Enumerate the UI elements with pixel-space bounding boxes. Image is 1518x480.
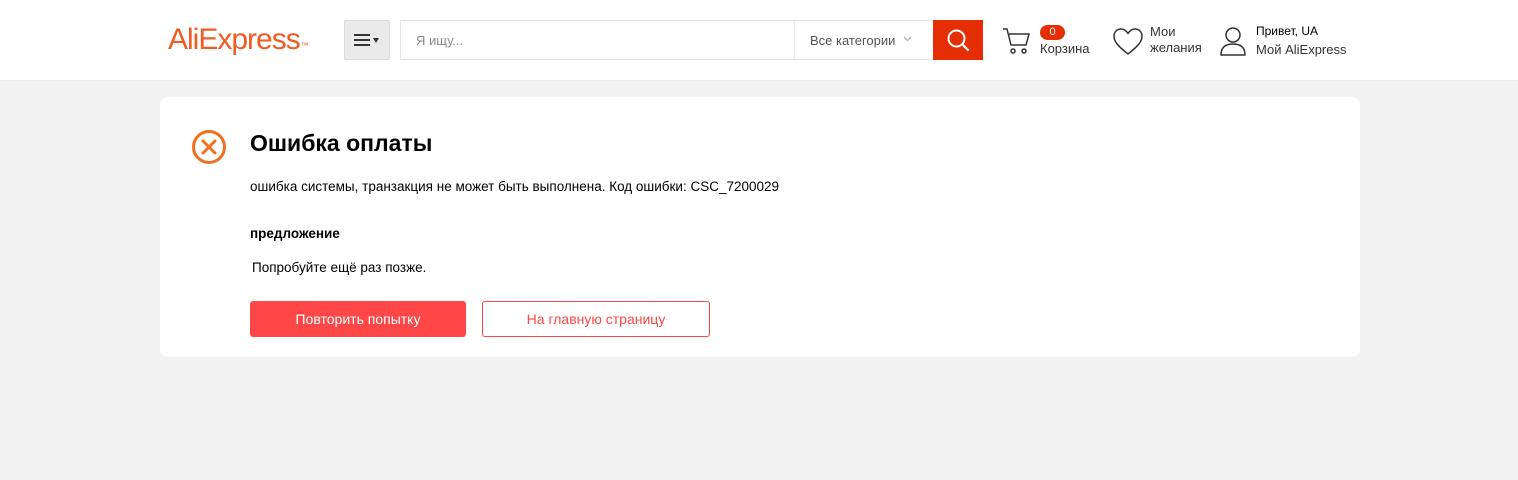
- payment-error-card: Ошибка оплаты ошибка системы, транзакция…: [160, 97, 1360, 357]
- page-title: Ошибка оплаты: [250, 130, 433, 156]
- cart-link[interactable]: 0 Корзина: [1002, 22, 1098, 62]
- heart-icon: [1113, 28, 1143, 55]
- search-bar: Все категории: [400, 20, 983, 60]
- error-x-icon: [192, 130, 226, 164]
- cart-label: Корзина: [1040, 41, 1090, 56]
- cart-icon: [1003, 28, 1030, 54]
- cart-count-badge: 0: [1040, 25, 1065, 40]
- account-label: Мой AliExpress: [1256, 42, 1347, 57]
- site-header: AliExpress™ Все категории: [0, 0, 1518, 81]
- chevron-down-icon: [903, 36, 912, 42]
- menu-icon: [354, 34, 379, 46]
- error-message: ошибка системы, транзакция не может быть…: [250, 179, 780, 194]
- wishlist-label: Мои желания: [1150, 24, 1202, 55]
- category-select-label: Все категории: [810, 32, 896, 48]
- retry-button[interactable]: Повторить попытку: [250, 301, 466, 337]
- suggestion-text: Попробуйте ещё раз позже.: [252, 260, 427, 275]
- account-greeting: Привет, UA: [1256, 24, 1319, 38]
- home-button[interactable]: На главную страницу: [482, 301, 710, 337]
- suggestion-heading: предложение: [250, 226, 340, 241]
- aliexpress-logo[interactable]: AliExpress™: [168, 20, 309, 60]
- user-icon: [1220, 27, 1246, 56]
- account-link[interactable]: Привет, UA Мой AliExpress: [1220, 22, 1360, 62]
- search-icon: [947, 29, 970, 52]
- search-input[interactable]: [401, 21, 793, 59]
- wishlist-link[interactable]: Мои желания: [1113, 24, 1209, 60]
- search-button[interactable]: [933, 20, 983, 60]
- category-select[interactable]: Все категории: [794, 21, 933, 59]
- categories-menu-button[interactable]: [344, 20, 390, 60]
